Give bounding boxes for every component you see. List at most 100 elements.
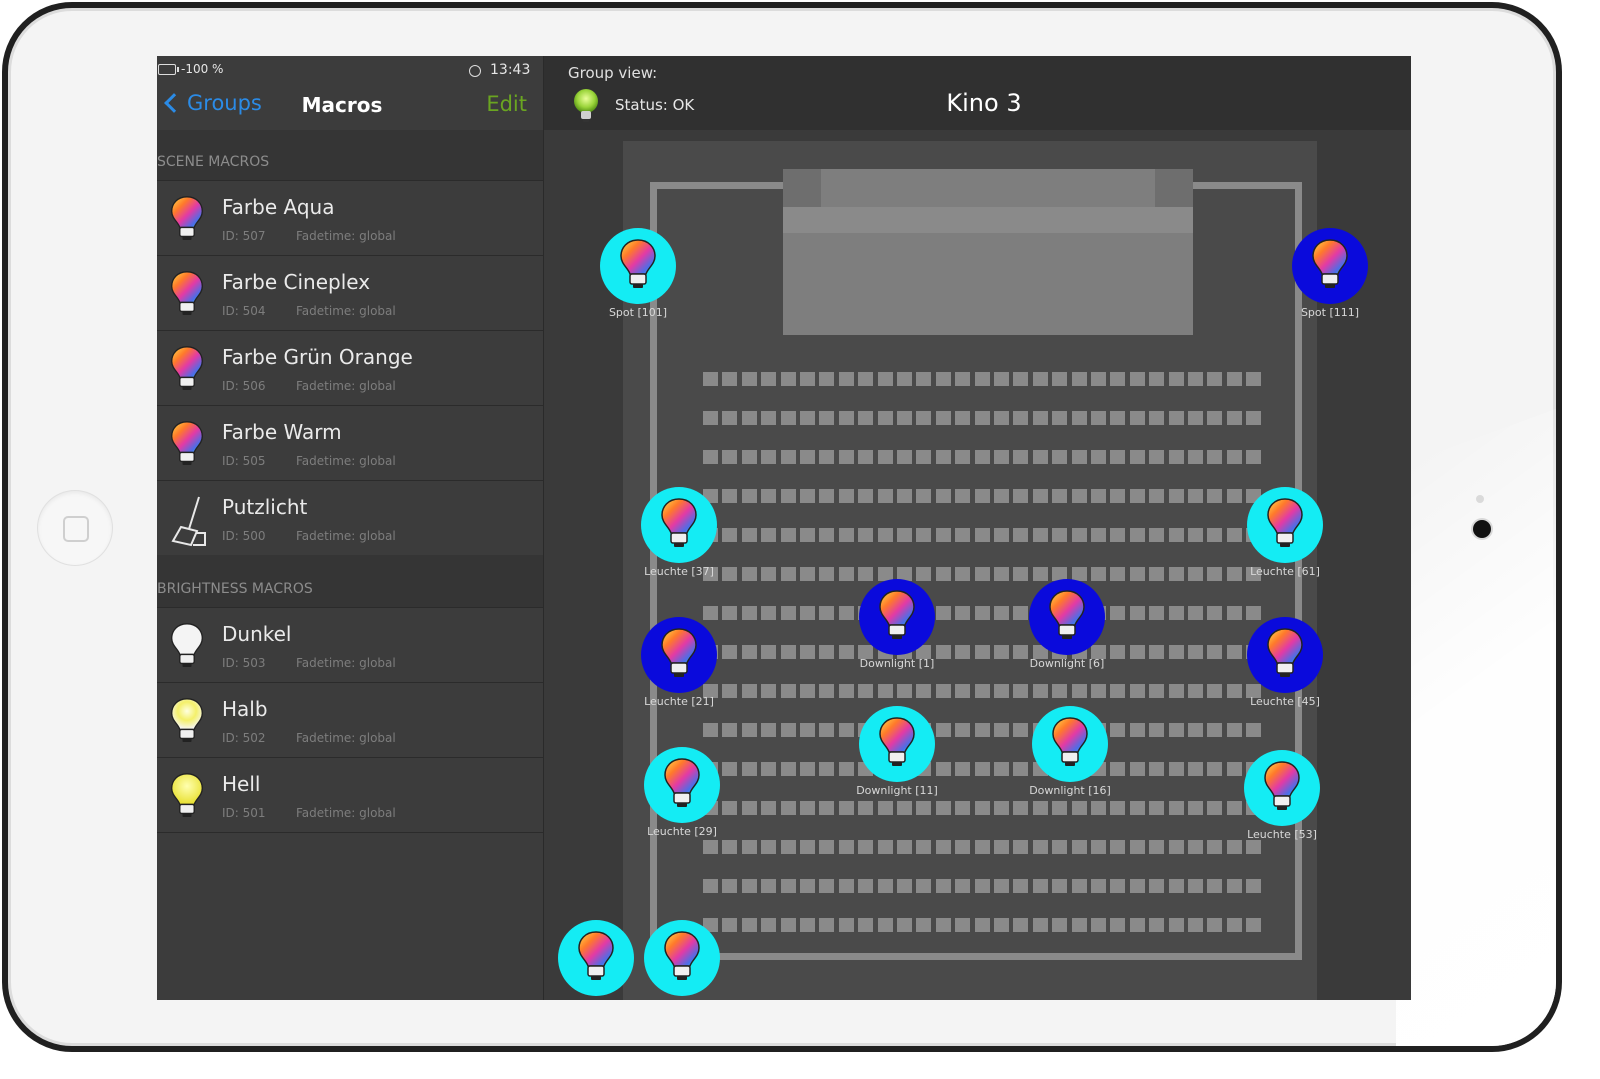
seat	[955, 489, 971, 503]
seat	[858, 801, 874, 815]
edit-button[interactable]: Edit	[486, 92, 527, 116]
seat	[897, 489, 912, 503]
macro-fadetime: Fadetime: global	[296, 454, 396, 468]
seat	[1032, 528, 1048, 542]
lamp-label: Leuchte [61]	[1250, 565, 1320, 578]
seat	[935, 762, 951, 776]
seat	[1226, 489, 1242, 503]
seat	[1226, 762, 1242, 776]
lamp-button[interactable]	[1032, 706, 1108, 782]
seat	[722, 411, 738, 425]
frame-sheen	[1396, 408, 1556, 1046]
seat	[819, 606, 835, 620]
lamp-button[interactable]	[558, 920, 634, 996]
macro-name: Halb	[222, 697, 268, 721]
seat	[1013, 450, 1029, 464]
seat	[858, 450, 874, 464]
color-bulb-icon	[169, 420, 205, 468]
seat	[1091, 801, 1106, 815]
seat	[780, 606, 796, 620]
seat	[877, 450, 893, 464]
seat	[838, 489, 854, 503]
lamp-button[interactable]	[859, 579, 935, 655]
macro-fadetime: Fadetime: global	[296, 379, 396, 393]
lamp-button[interactable]	[600, 228, 676, 304]
lamp-button[interactable]	[1244, 750, 1320, 826]
seat	[1013, 840, 1029, 854]
macro-item[interactable]: Dunkel ID: 503 Fadetime: global	[157, 607, 543, 682]
seat	[994, 801, 1009, 815]
seat	[1032, 840, 1048, 854]
lamp-button[interactable]	[1247, 617, 1323, 693]
macro-id: ID: 502	[222, 731, 266, 745]
macro-id: ID: 507	[222, 229, 266, 243]
half-bulb-icon	[169, 697, 205, 745]
macro-item[interactable]: Putzlicht ID: 500 Fadetime: global	[157, 480, 543, 555]
seat	[741, 801, 757, 815]
seat	[800, 567, 815, 581]
macro-item[interactable]: Farbe Grün Orange ID: 506 Fadetime: global	[157, 330, 543, 405]
seat	[1168, 801, 1184, 815]
seat	[955, 528, 971, 542]
seat	[1188, 879, 1203, 893]
macro-fadetime: Fadetime: global	[296, 529, 396, 543]
lamp-button[interactable]	[1247, 487, 1323, 563]
seat	[1091, 489, 1106, 503]
seat	[1052, 450, 1068, 464]
seat	[935, 450, 951, 464]
seat	[838, 411, 854, 425]
seat	[741, 606, 757, 620]
seat	[974, 450, 990, 464]
seat	[1110, 372, 1126, 386]
seat	[1168, 684, 1184, 698]
seat	[916, 918, 932, 932]
seat	[974, 684, 990, 698]
battery-level: -100 %	[181, 62, 224, 76]
section-header-brightness: BRIGHTNESS MACROS	[157, 555, 543, 607]
status-time: 13:43	[490, 62, 531, 78]
seat	[974, 372, 990, 386]
seat	[1168, 840, 1184, 854]
seat	[780, 528, 796, 542]
seat	[838, 801, 854, 815]
seat	[1032, 801, 1048, 815]
seat	[1110, 411, 1126, 425]
seat	[1071, 450, 1087, 464]
seat	[916, 411, 932, 425]
lamp-button[interactable]	[859, 706, 935, 782]
seat	[1071, 840, 1087, 854]
home-button[interactable]	[38, 491, 112, 565]
seat	[935, 489, 951, 503]
macro-id: ID: 504	[222, 304, 266, 318]
lamp-button[interactable]	[641, 617, 717, 693]
seat	[761, 606, 777, 620]
room-title: Kino 3	[946, 89, 1022, 117]
seat	[1013, 801, 1029, 815]
seat	[780, 684, 796, 698]
lamp-button[interactable]	[641, 487, 717, 563]
lamp-button[interactable]	[1292, 228, 1368, 304]
lamp-button[interactable]	[644, 920, 720, 996]
seat	[800, 450, 815, 464]
seat	[1129, 645, 1145, 659]
seat	[703, 879, 718, 893]
lamp-button[interactable]	[1029, 579, 1105, 655]
seat	[1032, 489, 1048, 503]
seat	[1207, 450, 1223, 464]
seat	[1149, 723, 1165, 737]
seat	[703, 450, 718, 464]
macro-item[interactable]: Farbe Warm ID: 505 Fadetime: global	[157, 405, 543, 480]
macro-item[interactable]: Farbe Aqua ID: 507 Fadetime: global	[157, 180, 543, 255]
lamp-button[interactable]	[644, 747, 720, 823]
seat	[838, 606, 854, 620]
macro-item[interactable]: Farbe Cineplex ID: 504 Fadetime: global	[157, 255, 543, 330]
macro-id: ID: 506	[222, 379, 266, 393]
macro-id: ID: 500	[222, 529, 266, 543]
seat	[838, 567, 854, 581]
seat	[1226, 450, 1242, 464]
seat	[819, 762, 835, 776]
seat	[955, 411, 971, 425]
seat	[1032, 450, 1048, 464]
macro-item[interactable]: Halb ID: 502 Fadetime: global	[157, 682, 543, 757]
macro-item[interactable]: Hell ID: 501 Fadetime: global	[157, 757, 543, 832]
